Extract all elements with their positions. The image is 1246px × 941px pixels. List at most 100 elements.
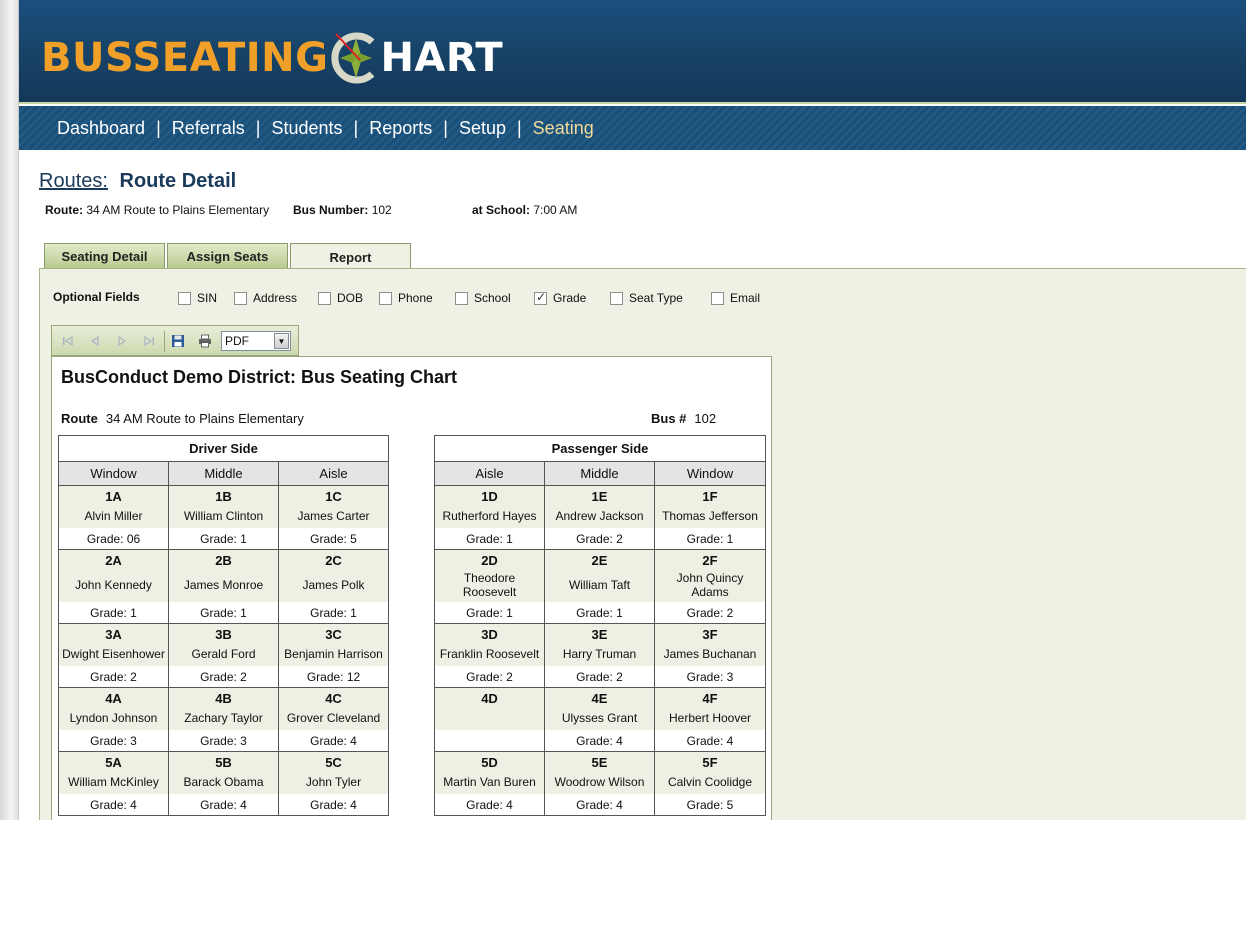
nav-setup[interactable]: Setup (459, 118, 506, 139)
student-name (488, 706, 492, 730)
nav-students[interactable]: Students (271, 118, 342, 139)
student-grade: Grade: 1 (435, 528, 544, 549)
side-heading: Driver Side (58, 435, 389, 462)
seat-id: 1F (702, 489, 718, 504)
seat-id: 2F (702, 553, 718, 568)
toolbar-divider (164, 331, 165, 352)
previous-page-icon[interactable] (88, 334, 102, 348)
seat-id: 4C (325, 691, 342, 706)
seat-row: 4D 4E Ulysses Grant Grade: 4 4F Herbert Hoove… (434, 687, 766, 752)
optional-fields-label: Optional Fields (53, 290, 140, 304)
option-phone-checkbox[interactable] (379, 291, 392, 305)
option-grade-checkbox[interactable] (534, 290, 547, 305)
option-school-checkbox[interactable] (455, 291, 468, 305)
student-grade: Grade: 1 (655, 528, 765, 549)
seat-cell[interactable]: 1B William Clinton Grade: 1 (168, 485, 279, 550)
seat-cell[interactable]: 4B Zachary Taylor Grade: 3 (168, 687, 279, 752)
seat-id: 2E (591, 553, 608, 568)
seat-cell[interactable]: 1D Rutherford Hayes Grade: 1 (434, 485, 545, 550)
student-name: Lyndon Johnson (69, 711, 158, 725)
seat-cell[interactable]: 3A Dwight Eisenhower Grade: 2 (58, 623, 169, 688)
seat-cell[interactable]: 2D Theodore Roosevelt Grade: 1 (434, 549, 545, 624)
student-name: Franklin Roosevelt (439, 647, 540, 661)
student-name: Andrew Jackson (555, 509, 644, 523)
nav-separator: | (443, 117, 448, 138)
student-name: Woodrow Wilson (554, 775, 645, 789)
seat-cell[interactable]: 4A Lyndon Johnson Grade: 3 (58, 687, 169, 752)
seat-cell[interactable]: 5E Woodrow Wilson Grade: 4 (544, 751, 655, 816)
seat-cell[interactable]: 4C Grover Cleveland Grade: 4 (278, 687, 389, 752)
seat-id: 4B (215, 691, 232, 706)
seat-cell[interactable]: 4D (434, 687, 545, 752)
student-name: Thomas Jefferson (662, 509, 758, 523)
seat-id: 5C (325, 755, 342, 770)
seat-cell[interactable]: 2C James Polk Grade: 1 (278, 549, 389, 624)
nav-reports[interactable]: Reports (369, 118, 432, 139)
seat-cell[interactable]: 2E William Taft Grade: 1 (544, 549, 655, 624)
option-email-checkbox[interactable] (711, 291, 724, 305)
school-time-value: 7:00 AM (533, 203, 578, 217)
option-sin[interactable]: SIN (178, 291, 217, 305)
tab-report[interactable]: Report (290, 243, 411, 270)
nav-dashboard[interactable]: Dashboard (57, 118, 145, 139)
student-grade: Grade: 2 (59, 666, 168, 687)
option-email[interactable]: Email (711, 291, 760, 305)
breadcrumb-routes-link[interactable]: Routes: (39, 170, 108, 192)
seat-cell[interactable]: 3C Benjamin Harrison Grade: 12 (278, 623, 389, 688)
nav-seating[interactable]: Seating (533, 118, 594, 139)
option-label: School (474, 291, 511, 305)
student-grade: Grade: 5 (655, 794, 765, 815)
seat-cell[interactable]: 3D Franklin Roosevelt Grade: 2 (434, 623, 545, 688)
seat-cell[interactable]: 1A Alvin Miller Grade: 06 (58, 485, 169, 550)
seat-cell[interactable]: 5D Martin Van Buren Grade: 4 (434, 751, 545, 816)
chevron-down-icon[interactable]: ▼ (274, 333, 289, 349)
seat-cell[interactable]: 5F Calvin Coolidge Grade: 5 (654, 751, 766, 816)
seat-row: 3D Franklin Roosevelt Grade: 2 3E Harry Trum… (434, 623, 766, 688)
seat-cell[interactable]: 4F Herbert Hoover Grade: 4 (654, 687, 766, 752)
seat-cell[interactable]: 1F Thomas Jefferson Grade: 1 (654, 485, 766, 550)
seat-cell[interactable]: 2A John Kennedy Grade: 1 (58, 549, 169, 624)
first-page-icon[interactable] (61, 334, 75, 348)
seat-cell[interactable]: 3E Harry Truman Grade: 2 (544, 623, 655, 688)
seat-cell[interactable]: 4E Ulysses Grant Grade: 4 (544, 687, 655, 752)
seat-cell[interactable]: 5B Barack Obama Grade: 4 (168, 751, 279, 816)
brand-logo[interactable]: BUSSEATING HART (41, 28, 503, 88)
student-grade: Grade: 4 (655, 730, 765, 751)
seat-cell[interactable]: 3B Gerald Ford Grade: 2 (168, 623, 279, 688)
option-address[interactable]: Address (234, 291, 297, 305)
print-icon[interactable] (198, 334, 212, 348)
option-grade[interactable]: Grade (534, 290, 586, 305)
route-label: Route: (45, 203, 83, 217)
option-seat-type-checkbox[interactable] (610, 291, 623, 305)
option-sin-checkbox[interactable] (178, 291, 191, 305)
option-address-checkbox[interactable] (234, 291, 247, 305)
column-header: Window (58, 461, 169, 486)
option-seat-type[interactable]: Seat Type (610, 291, 683, 305)
export-format-select[interactable]: PDF ▼ (221, 331, 291, 351)
seat-cell[interactable]: 1E Andrew Jackson Grade: 2 (544, 485, 655, 550)
option-dob[interactable]: DOB (318, 291, 363, 305)
seat-cell[interactable]: 3F James Buchanan Grade: 3 (654, 623, 766, 688)
tab-strip: Seating Detail Assign Seats Report (44, 243, 413, 270)
student-name: James Monroe (183, 578, 264, 592)
save-icon[interactable] (171, 334, 185, 348)
tab-assign-seats[interactable]: Assign Seats (167, 243, 288, 269)
seat-cell[interactable]: 5A William McKinley Grade: 4 (58, 751, 169, 816)
seat-cell[interactable]: 2F John Quincy Adams Grade: 2 (654, 549, 766, 624)
option-phone[interactable]: Phone (379, 291, 433, 305)
seat-cell[interactable]: 5C John Tyler Grade: 4 (278, 751, 389, 816)
student-name: James Polk (302, 578, 365, 592)
seat-cell[interactable]: 1C James Carter Grade: 5 (278, 485, 389, 550)
seat-id: 5E (591, 755, 608, 770)
option-dob-checkbox[interactable] (318, 291, 331, 305)
route-info-school: at School: 7:00 AM (472, 203, 577, 217)
last-page-icon[interactable] (142, 334, 156, 348)
next-page-icon[interactable] (115, 334, 129, 348)
tab-seating-detail[interactable]: Seating Detail (44, 243, 165, 269)
nav-referrals[interactable]: Referrals (172, 118, 245, 139)
seat-cell[interactable]: 2B James Monroe Grade: 1 (168, 549, 279, 624)
student-grade: Grade: 2 (545, 666, 654, 687)
option-school[interactable]: School (455, 291, 511, 305)
student-grade: Grade: 5 (279, 528, 388, 549)
report-title: BusConduct Demo District: Bus Seating Ch… (61, 367, 458, 387)
